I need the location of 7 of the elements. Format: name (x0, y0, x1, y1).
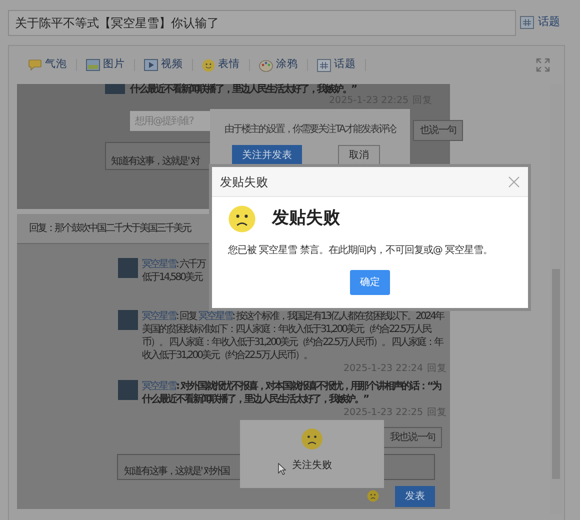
toast-message: 关注失败 (292, 458, 332, 473)
dialog-message: 您已被 冥空星雪 禁言。在此期间内，不可回复或@ 冥空星雪。 (228, 244, 494, 258)
comment-text: 什么最近不看新闻联播了，里边人民生活太好了，我嫉妒。” (130, 84, 356, 96)
popup-message: 由于楼主的设置，你需要关注TA才能发表评论 (224, 122, 397, 137)
comment-text: 冥空星雪: 回复 冥空星雪: 按这个标准，我国足有13亿人都在贫困线以下。2024年美国的贫困线标准如下：四人家庭：年收入低于31,200美元（约合22.5万人民币）。 四人家庭：年收入低于31,200美元（约合22.5万人民币）。 四人家庭：年收入低于31,200美元（约合22.5万人民币）。 (142, 310, 445, 362)
dialog-title: 发贴失败 (220, 174, 268, 190)
comment-text: 冥空星雪: 对外国就报忧不报喜，对本国就报喜不报忧，用那个讲相声的话：“为什么最近不看新闻联播了，里边人民生活太好了，我嫉妒。” (142, 380, 442, 406)
